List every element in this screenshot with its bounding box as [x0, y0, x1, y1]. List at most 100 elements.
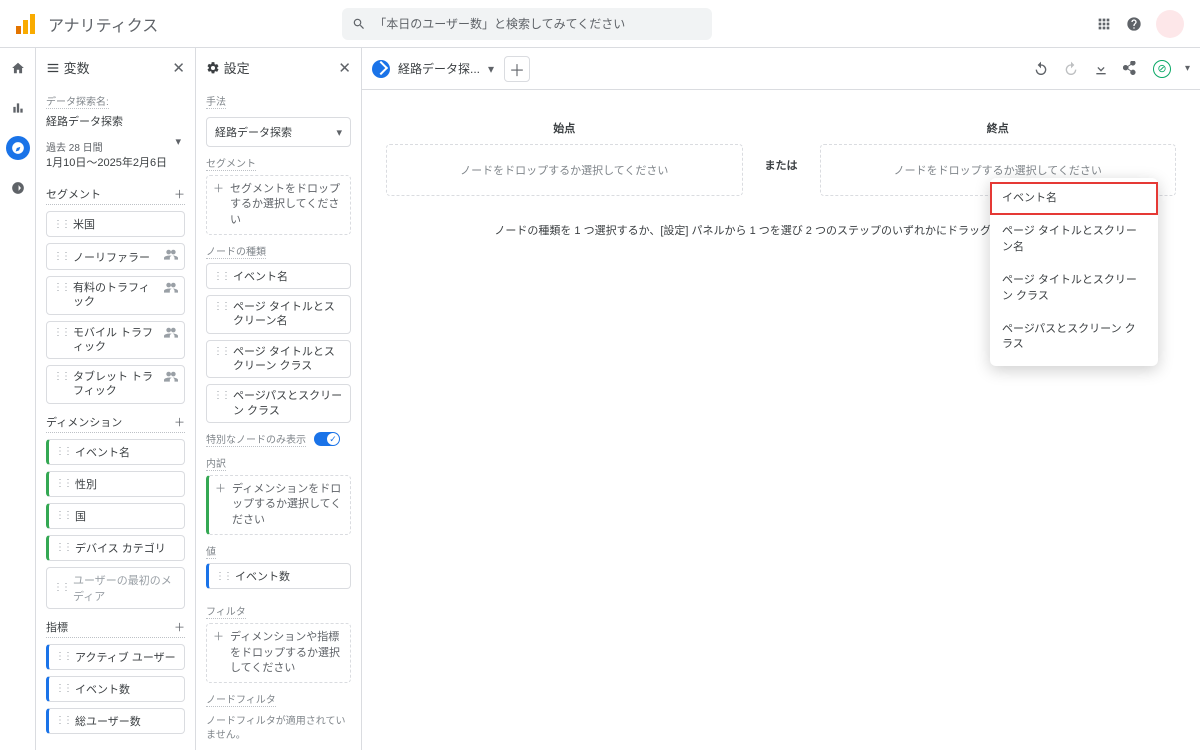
- dimension-label: デバイス カテゴリ: [75, 540, 166, 556]
- metric-chip[interactable]: ⋮⋮総ユーザー数: [46, 708, 185, 734]
- dimension-chip[interactable]: ⋮⋮国: [46, 503, 185, 529]
- dimension-label: ユーザーの最初のメディア: [73, 572, 178, 604]
- dropdown-item[interactable]: ページパスとスクリーン クラス: [990, 313, 1158, 362]
- dimension-chip[interactable]: ⋮⋮ イベント名: [46, 439, 185, 465]
- node-type-chip[interactable]: ⋮⋮ページ タイトルとスクリーン クラス: [206, 340, 351, 379]
- settings-close-icon[interactable]: ✕: [338, 59, 351, 77]
- download-icon[interactable]: [1093, 61, 1109, 77]
- drag-handle-icon: ⋮⋮: [55, 651, 71, 662]
- avatar[interactable]: [1156, 10, 1184, 38]
- caret-down-icon[interactable]: ▾: [1185, 63, 1190, 74]
- segment-chip[interactable]: ⋮⋮タブレット トラフィック: [46, 365, 185, 404]
- segment-chip[interactable]: ⋮⋮米国: [46, 211, 185, 237]
- node-type-dropdown: イベント名 ページ タイトルとスクリーン名 ページ タイトルとスクリーン クラス…: [990, 178, 1158, 366]
- drag-handle-icon: ⋮⋮: [53, 370, 69, 383]
- drag-handle-icon: ⋮⋮: [53, 281, 69, 294]
- exploration-name[interactable]: 経路データ探索: [46, 113, 185, 129]
- technique-select[interactable]: 経路データ探索▾: [206, 117, 351, 147]
- breadcrumb-placeholder: [170, 12, 330, 36]
- drag-handle-icon: ⋮⋮: [53, 219, 69, 230]
- node-type-chip[interactable]: ⋮⋮ページパスとスクリーン クラス: [206, 384, 351, 423]
- gear-icon: [206, 61, 220, 75]
- node-placeholder: ノードをドロップするか選択してください: [894, 162, 1102, 178]
- node-type-chip[interactable]: ⋮⋮ ページ タイトルとスクリーン名: [206, 295, 351, 334]
- metrics-header: 指標: [46, 619, 68, 635]
- segment-chip[interactable]: ⋮⋮ 有料のトラフィック: [46, 276, 185, 315]
- dimensions-header: ディメンション: [46, 414, 122, 430]
- node-filter-note: ノードフィルタが適用されていません。: [206, 715, 351, 743]
- node-type-text: ページ タイトルとスクリーン名: [233, 300, 344, 329]
- drag-handle-icon: ⋮⋮: [213, 300, 229, 313]
- values-chip[interactable]: ⋮⋮イベント数: [206, 563, 351, 589]
- nav-advertising-icon[interactable]: [6, 176, 30, 200]
- segment-chip[interactable]: ⋮⋮ノーリファラー: [46, 243, 185, 270]
- search-placeholder: 「本日のユーザー数」と検索してみてください: [374, 15, 625, 32]
- node-type-chip[interactable]: ⋮⋮イベント名: [206, 263, 351, 289]
- start-node: 始点 ノードをドロップするか選択してください: [386, 120, 743, 196]
- drag-handle-icon: ⋮⋮: [55, 542, 71, 553]
- add-segment-button[interactable]: ＋: [174, 186, 185, 202]
- dropdown-item[interactable]: ページ タイトルとスクリーン クラス: [990, 264, 1158, 313]
- dimension-chip[interactable]: ⋮⋮ ユーザーの最初のメディア: [46, 567, 185, 609]
- nav-home-icon[interactable]: [6, 56, 30, 80]
- dropzone-text: ディメンションをドロップするか選択してください: [232, 482, 344, 528]
- dropdown-item[interactable]: ページ タイトルとスクリーン名: [990, 215, 1158, 264]
- breakdown-dropzone[interactable]: ＋ ディメンションをドロップするか選択してください: [206, 475, 351, 535]
- drag-handle-icon: ⋮⋮: [53, 582, 69, 593]
- dimension-label: 性別: [75, 476, 97, 492]
- node-type-text: ページ タイトルとスクリーン クラス: [233, 345, 344, 374]
- variables-panel: 変数 ✕ データ探索名: 経路データ探索 過去 28 日間 1月10日～2025…: [36, 48, 196, 750]
- dimension-chip[interactable]: ⋮⋮ デバイス カテゴリ: [46, 535, 185, 561]
- variables-close-icon[interactable]: ✕: [172, 59, 185, 77]
- share-icon[interactable]: [1123, 61, 1139, 77]
- dropdown-item[interactable]: イベント名: [990, 182, 1158, 215]
- dropdown-item-label: ページ タイトルとスクリーン クラス: [1002, 274, 1137, 301]
- metric-chip[interactable]: ⋮⋮イベント数: [46, 676, 185, 702]
- drag-handle-icon: ⋮⋮: [55, 510, 71, 521]
- person-icon: [164, 248, 178, 265]
- segments-header: セグメント: [46, 186, 101, 202]
- filters-dropzone[interactable]: ＋ディメンションや指標をドロップするか選択してください: [206, 623, 351, 683]
- drag-handle-icon: ⋮⋮: [55, 683, 71, 694]
- node-filter-label: ノードフィルタ: [206, 691, 276, 707]
- add-tab-button[interactable]: ＋: [504, 56, 530, 82]
- add-metric-button[interactable]: ＋: [174, 619, 185, 635]
- segment-label: モバイル トラフィック: [73, 326, 160, 355]
- canvas-body: 始点 ノードをドロップするか選択してください または 終点 ノードをドロップする…: [362, 90, 1200, 750]
- unique-nodes-toggle[interactable]: [314, 432, 340, 446]
- segments-dropzone[interactable]: ＋セグメントをドロップするか選択してください: [206, 175, 351, 235]
- help-icon[interactable]: [1126, 16, 1142, 32]
- redo-icon[interactable]: [1063, 61, 1079, 77]
- segment-label: 有料のトラフィック: [73, 281, 160, 310]
- plus-icon: ＋: [215, 482, 226, 497]
- app-title: アナリティクス: [48, 12, 158, 36]
- values-label: 値: [206, 543, 216, 559]
- add-dimension-button[interactable]: ＋: [174, 414, 185, 430]
- variables-title: 変数: [64, 58, 90, 77]
- metric-chip[interactable]: ⋮⋮ アクティブ ユーザー: [46, 644, 185, 670]
- segment-chip[interactable]: ⋮⋮モバイル トラフィック: [46, 321, 185, 360]
- nav-explore-icon[interactable]: [6, 136, 30, 160]
- node-placeholder: ノードをドロップするか選択してください: [460, 162, 668, 178]
- nav-reports-icon[interactable]: [6, 96, 30, 120]
- dimension-label: イベント名: [75, 444, 130, 460]
- apps-icon[interactable]: [1096, 16, 1112, 32]
- tab-status-icon: [372, 60, 390, 78]
- date-range-label: 過去 28 日間: [46, 139, 185, 154]
- dimension-chip[interactable]: ⋮⋮性別: [46, 471, 185, 497]
- breakdown-label: 内訳: [206, 455, 226, 471]
- status-ok-icon[interactable]: ⊘: [1153, 60, 1171, 78]
- canvas-tab[interactable]: 経路データ探... ▾: [372, 60, 494, 78]
- node-type-label: ノードの種類: [206, 243, 266, 259]
- plus-icon: ＋: [213, 182, 224, 197]
- undo-icon[interactable]: [1033, 61, 1049, 77]
- metric-label: アクティブ ユーザー: [75, 649, 176, 665]
- canvas: 経路データ探... ▾ ＋ ⊘ ▾ 始点 ノードをドロップするか選択してください…: [362, 48, 1200, 750]
- plus-icon: ＋: [213, 630, 224, 645]
- canvas-toolbar: 経路データ探... ▾ ＋ ⊘ ▾: [362, 48, 1200, 90]
- search-input[interactable]: 「本日のユーザー数」と検索してみてください: [342, 8, 712, 40]
- date-range-picker[interactable]: 過去 28 日間 1月10日～2025年2月6日 ▾: [46, 133, 185, 176]
- drag-handle-icon: ⋮⋮: [55, 446, 71, 457]
- start-dropzone[interactable]: ノードをドロップするか選択してください: [386, 144, 743, 196]
- tab-label: 経路データ探...: [398, 60, 480, 77]
